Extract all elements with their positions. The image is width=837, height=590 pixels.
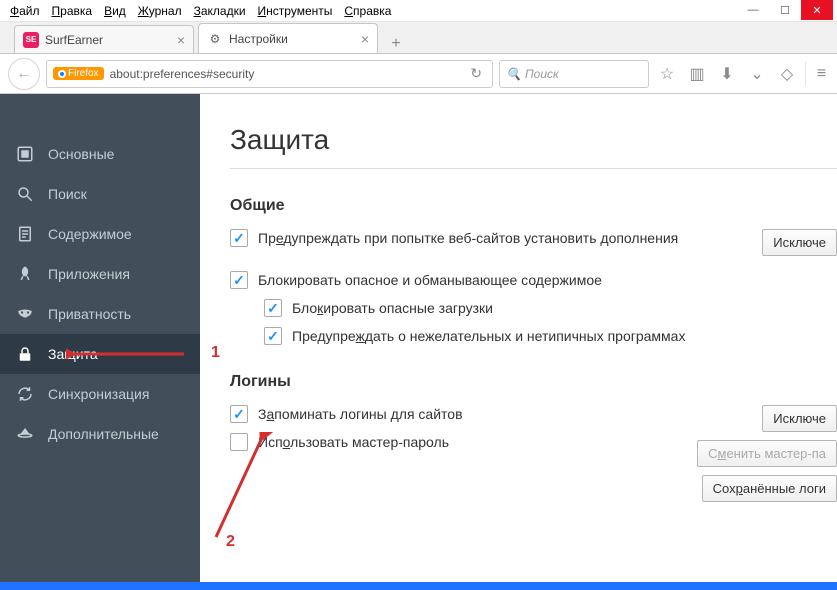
search-placeholder: Поиск (525, 67, 559, 81)
logins-exceptions-button[interactable]: Исключе (762, 405, 837, 432)
window-minimize-button[interactable]: — (737, 0, 769, 20)
sidebar-item-security[interactable]: Защита (0, 334, 200, 374)
page-title: Защита (230, 124, 837, 169)
sidebar-item-label: Синхронизация (48, 386, 149, 402)
tab-close-icon[interactable]: × (361, 31, 369, 47)
reload-icon[interactable]: ↻ (466, 65, 486, 82)
url-bar[interactable]: Firefox about:preferences#security ↻ (46, 60, 493, 88)
section-heading: Логины (230, 373, 837, 391)
checkbox-remember-logins[interactable] (230, 405, 248, 423)
section-heading: Общие (230, 197, 837, 215)
checkbox-block-downloads[interactable] (264, 299, 282, 317)
sidebar-item-search[interactable]: Поиск (0, 174, 200, 214)
navigation-toolbar: ← Firefox about:preferences#security ↻ 🔍… (0, 54, 837, 94)
checkbox-label: Блокировать опасные загрузки (292, 300, 493, 316)
checkbox-label: Предупреждать при попытке веб-сайтов уст… (258, 230, 678, 246)
bottom-border (0, 582, 837, 590)
checkbox-warn-unwanted[interactable] (264, 327, 282, 345)
menu-view[interactable]: Вид (98, 2, 132, 20)
url-text: about:preferences#security (110, 67, 467, 81)
sidebar-item-label: Дополнительные (48, 426, 159, 442)
window-close-button[interactable]: ✕ (801, 0, 833, 20)
menu-edit[interactable]: Правка (46, 2, 99, 20)
tab-settings[interactable]: ⚙ Настройки × (198, 23, 378, 53)
sidebar-item-label: Приложения (48, 266, 130, 282)
settings-sidebar: Основные Поиск Содержимое Приложения При… (0, 94, 200, 582)
sidebar-item-sync[interactable]: Синхронизация (0, 374, 200, 414)
hamburger-menu-icon[interactable]: ≡ (805, 62, 829, 86)
settings-content: Защита Общие Предупреждать при попытке в… (200, 94, 837, 582)
sidebar-item-privacy[interactable]: Приватность (0, 294, 200, 334)
sidebar-item-general[interactable]: Основные (0, 134, 200, 174)
change-master-password-button: Сменить мастер-па (697, 440, 837, 467)
sidebar-item-label: Содержимое (48, 226, 132, 242)
back-button[interactable]: ← (8, 58, 40, 90)
sidebar-item-label: Защита (48, 346, 98, 362)
gear-icon: ⚙ (207, 31, 223, 47)
surfearner-icon: SE (23, 32, 39, 48)
checkbox-label: Блокировать опасное и обманывающее содер… (258, 272, 602, 288)
window-maximize-button[interactable]: ☐ (769, 0, 801, 20)
checkbox-block-dangerous[interactable] (230, 271, 248, 289)
section-logins: Логины Запоминать логины для сайтов Испо… (230, 373, 837, 502)
menu-history[interactable]: Журнал (132, 2, 188, 20)
hat-icon (16, 425, 34, 443)
new-tab-button[interactable]: + (382, 35, 410, 53)
document-icon (16, 225, 34, 243)
search-bar[interactable]: 🔍 Поиск (499, 60, 649, 88)
sidebar-item-content[interactable]: Содержимое (0, 214, 200, 254)
checkbox-label: Запоминать логины для сайтов (258, 406, 463, 422)
menu-bar: Файл Правка Вид Журнал Закладки Инструме… (0, 0, 837, 22)
menu-file[interactable]: Файл (4, 2, 46, 20)
exceptions-button[interactable]: Исключе (762, 229, 837, 256)
sidebar-item-advanced[interactable]: Дополнительные (0, 414, 200, 454)
tab-label: Настройки (229, 32, 288, 46)
mask-icon (16, 305, 34, 323)
general-icon (16, 145, 34, 163)
pocket-icon[interactable]: ⌄ (745, 62, 769, 86)
tab-surfearner[interactable]: SE SurfEarner × (14, 25, 194, 53)
sidebar-item-label: Поиск (48, 186, 87, 202)
sidebar-item-label: Основные (48, 146, 114, 162)
rocket-icon (16, 265, 34, 283)
search-icon (16, 185, 34, 203)
menu-help[interactable]: Справка (338, 2, 397, 20)
tab-close-icon[interactable]: × (177, 32, 185, 48)
checkbox-label: Предупреждать о нежелательных и нетипичн… (292, 328, 685, 344)
checkbox-warn-addon-install[interactable] (230, 229, 248, 247)
section-general: Общие Предупреждать при попытке веб-сайт… (230, 197, 837, 345)
main-area: Основные Поиск Содержимое Приложения При… (0, 94, 837, 582)
tab-label: SurfEarner (45, 33, 103, 47)
search-icon: 🔍 (506, 67, 521, 81)
menu-bookmarks[interactable]: Закладки (188, 2, 252, 20)
lock-icon (16, 345, 34, 363)
sidebar-item-applications[interactable]: Приложения (0, 254, 200, 294)
firefox-badge: Firefox (53, 67, 104, 80)
checkbox-label: Использовать мастер-пароль (258, 434, 449, 450)
checkbox-master-password[interactable] (230, 433, 248, 451)
library-icon[interactable]: ▥ (685, 62, 709, 86)
shield-icon[interactable]: ◇ (775, 62, 799, 86)
downloads-icon[interactable]: ⬇ (715, 62, 739, 86)
menu-tools[interactable]: Инструменты (252, 2, 339, 20)
tab-strip: SE SurfEarner × ⚙ Настройки × + (0, 22, 837, 54)
sidebar-item-label: Приватность (48, 306, 131, 322)
sync-icon (16, 385, 34, 403)
saved-logins-button[interactable]: Сохранённые логи (702, 475, 837, 502)
bookmark-star-icon[interactable]: ☆ (655, 62, 679, 86)
